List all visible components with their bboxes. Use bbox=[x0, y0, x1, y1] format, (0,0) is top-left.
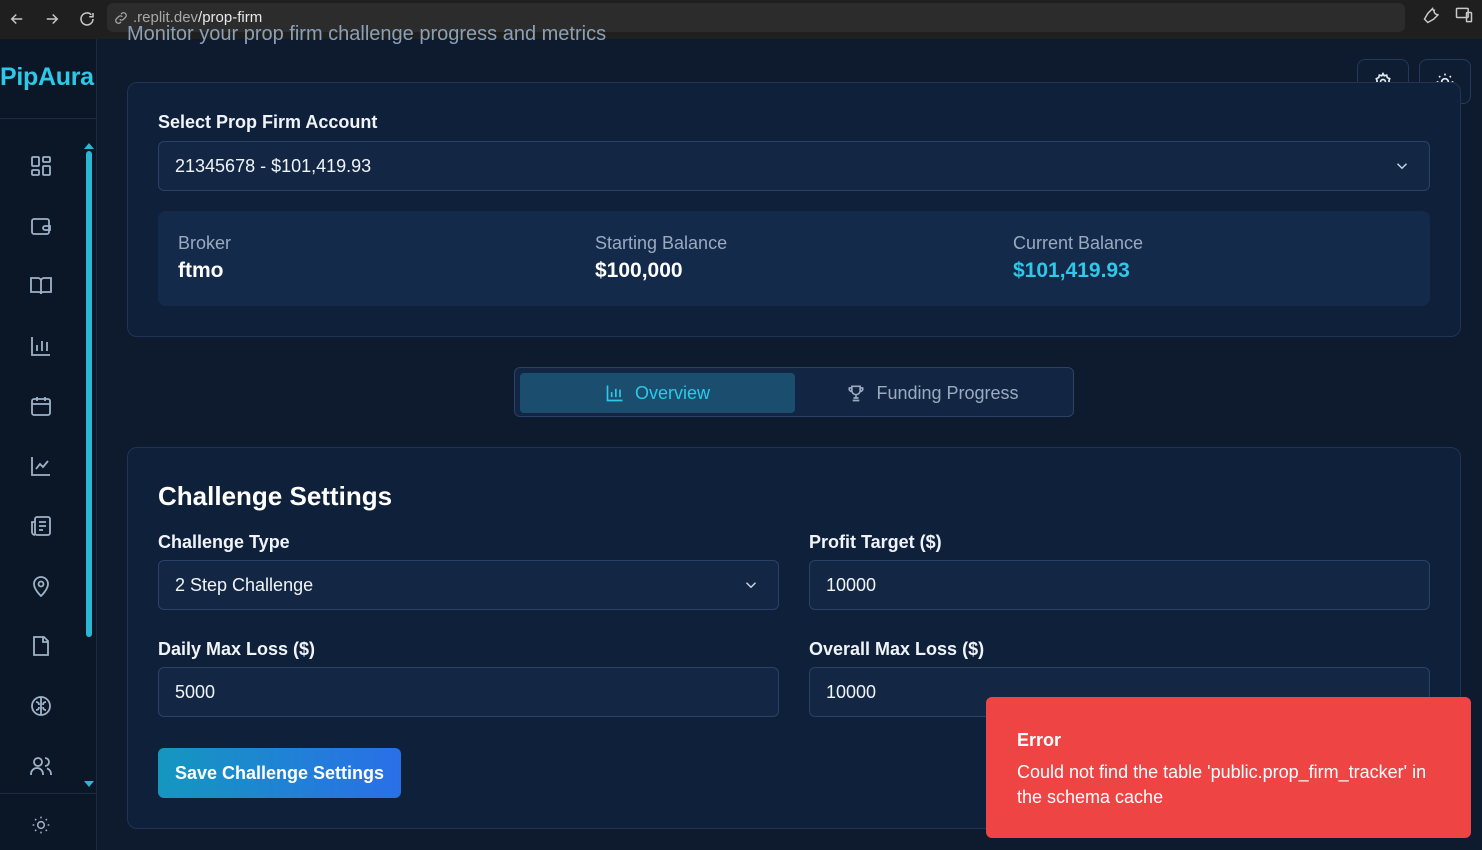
divider bbox=[0, 118, 97, 119]
back-icon[interactable] bbox=[0, 2, 34, 36]
account-card: Select Prop Firm Account 21345678 - $101… bbox=[127, 82, 1461, 337]
divider bbox=[0, 793, 97, 794]
section-title: Challenge Settings bbox=[158, 481, 393, 511]
wallet-icon[interactable] bbox=[29, 214, 53, 238]
tab-label: Funding Progress bbox=[876, 382, 1019, 403]
journal-icon[interactable] bbox=[29, 274, 53, 298]
profit-target-input[interactable]: 10000 bbox=[809, 560, 1430, 610]
scroll-down-arrow[interactable] bbox=[84, 781, 94, 787]
starting-balance-value: $100,000 bbox=[595, 259, 683, 282]
location-icon[interactable] bbox=[29, 574, 53, 598]
broker-value: ftmo bbox=[178, 259, 224, 282]
tab-overview[interactable]: Overview bbox=[520, 373, 795, 413]
sidebar: PipAura bbox=[0, 39, 97, 850]
daily-max-loss-value: 5000 bbox=[175, 681, 216, 702]
current-balance-value: $101,419.93 bbox=[1013, 259, 1130, 282]
challenge-type-select[interactable]: 2 Step Challenge bbox=[158, 560, 779, 610]
account-select[interactable]: 21345678 - $101,419.93 bbox=[158, 141, 1430, 191]
line-chart-icon[interactable] bbox=[29, 454, 53, 478]
brand-logo[interactable]: PipAura bbox=[0, 63, 94, 92]
starting-balance-label: Starting Balance bbox=[595, 233, 728, 253]
account-info-panel: Broker ftmo Starting Balance $100,000 Cu… bbox=[158, 211, 1430, 306]
trophy-icon bbox=[848, 385, 865, 402]
profit-target-label: Profit Target ($) bbox=[809, 532, 942, 552]
overall-max-loss-value: 10000 bbox=[826, 681, 877, 702]
scroll-up-arrow[interactable] bbox=[84, 143, 94, 149]
bar-chart-icon bbox=[606, 385, 623, 402]
broker-label: Broker bbox=[178, 233, 232, 253]
dashboard-icon[interactable] bbox=[29, 154, 53, 178]
challenge-type-value: 2 Step Challenge bbox=[175, 574, 314, 595]
sidebar-scrollbar[interactable] bbox=[86, 151, 92, 637]
file-icon[interactable] bbox=[29, 634, 53, 658]
sun-icon[interactable] bbox=[31, 815, 51, 835]
account-select-label: Select Prop Firm Account bbox=[158, 112, 378, 132]
save-challenge-settings-button[interactable]: Save Challenge Settings bbox=[158, 748, 401, 798]
error-toast[interactable]: Error Could not find the table 'public.p… bbox=[986, 697, 1471, 838]
challenge-type-label: Challenge Type bbox=[158, 532, 290, 552]
chevron-down-icon bbox=[1396, 163, 1408, 170]
bar-chart-icon[interactable] bbox=[29, 334, 53, 358]
users-icon[interactable] bbox=[29, 754, 53, 778]
daily-max-loss-input[interactable]: 5000 bbox=[158, 667, 779, 717]
devices-icon[interactable] bbox=[1454, 5, 1474, 30]
tab-bar: Overview Funding Progress bbox=[514, 367, 1074, 417]
current-balance-label: Current Balance bbox=[1013, 233, 1144, 253]
brain-icon[interactable] bbox=[29, 694, 53, 718]
overall-max-loss-label: Overall Max Loss ($) bbox=[809, 639, 985, 659]
forward-icon[interactable] bbox=[35, 2, 69, 36]
daily-max-loss-label: Daily Max Loss ($) bbox=[158, 639, 316, 659]
chevron-down-icon bbox=[745, 582, 757, 589]
page-subtitle: Monitor your prop firm challenge progres… bbox=[127, 23, 607, 45]
wrench-icon[interactable] bbox=[1422, 5, 1442, 30]
calendar-icon[interactable] bbox=[29, 394, 53, 418]
account-select-value: 21345678 - $101,419.93 bbox=[175, 155, 372, 176]
toast-message: Could not find the table 'public.prop_fi… bbox=[1017, 762, 1427, 807]
profit-target-value: 10000 bbox=[826, 574, 877, 595]
reload-icon[interactable] bbox=[70, 2, 104, 36]
news-icon[interactable] bbox=[29, 514, 53, 538]
tab-label: Overview bbox=[634, 382, 710, 403]
tab-funding-progress[interactable]: Funding Progress bbox=[800, 373, 1065, 413]
toast-title: Error bbox=[1017, 730, 1062, 750]
